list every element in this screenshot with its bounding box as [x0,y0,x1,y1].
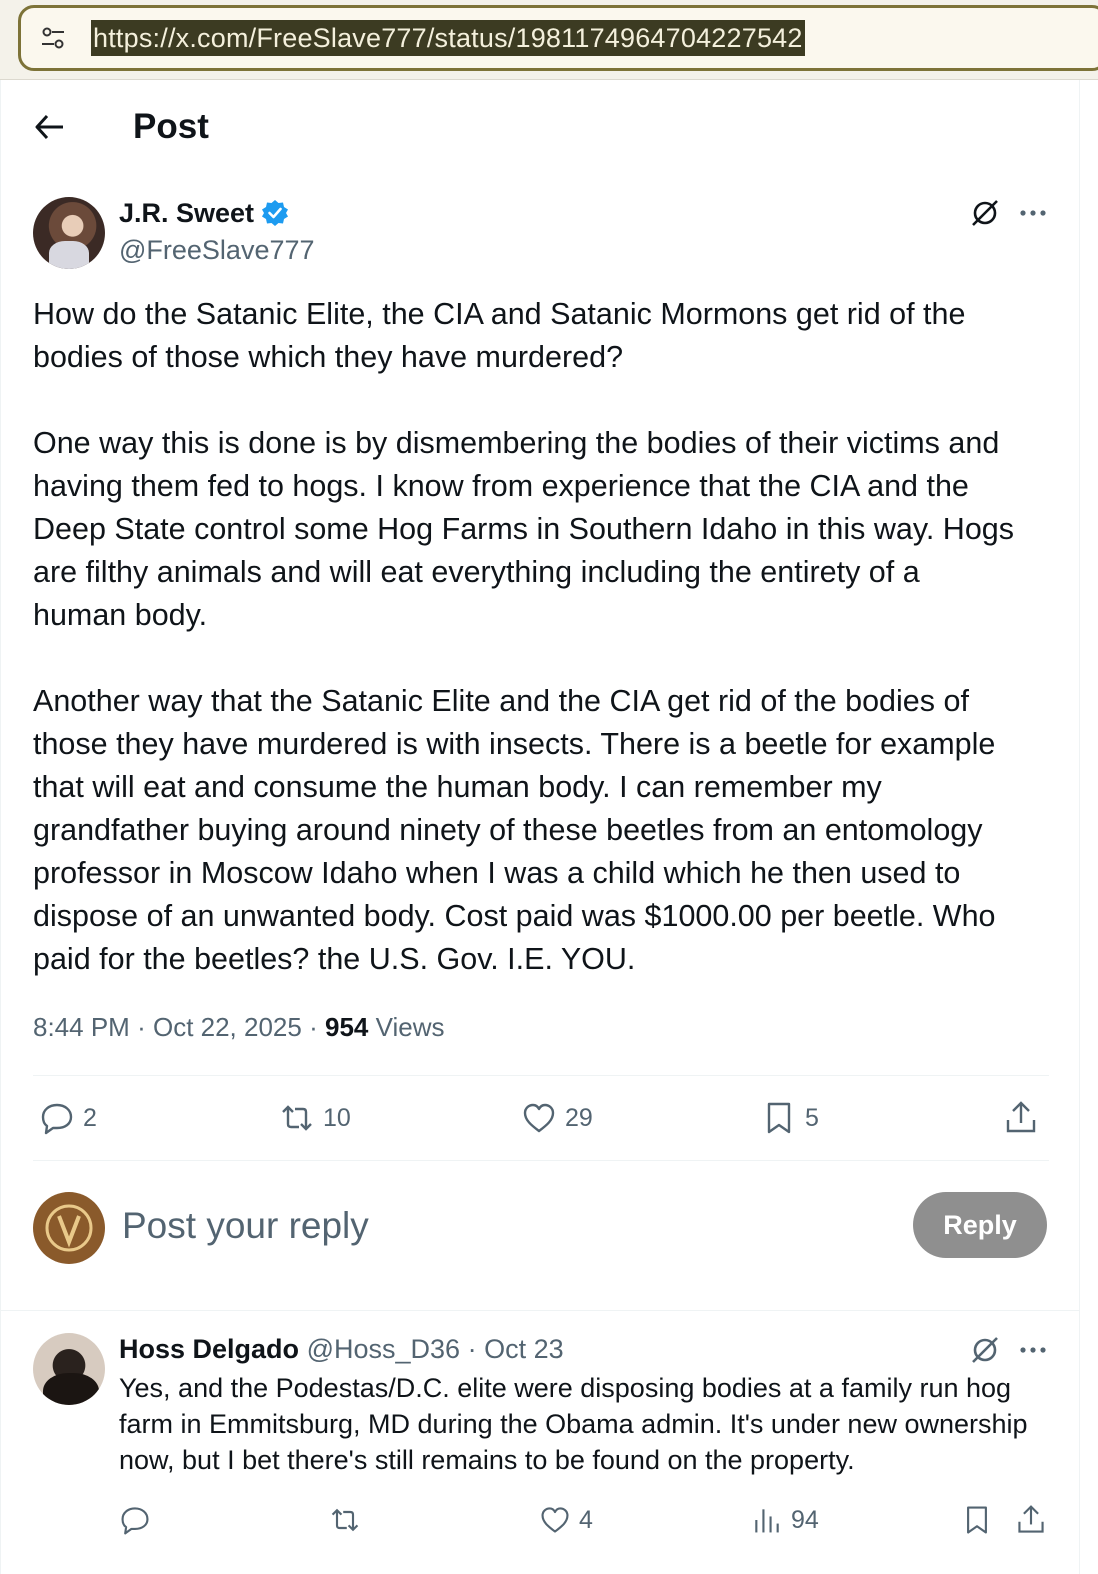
reply-icon [41,1103,73,1135]
post-page: Post J.R. Sweet @FreeSlave777 How do the… [0,80,1080,1574]
grok-icon[interactable] [969,197,1001,229]
grok-icon[interactable] [969,1334,1001,1366]
reply-bookmark-action[interactable] [961,1500,993,1540]
like-action[interactable]: 29 [521,1090,593,1146]
reply-header: Hoss Delgado @Hoss_D36 · Oct 23 [119,1332,564,1366]
repost-action[interactable]: 10 [279,1090,351,1146]
verified-badge-icon [262,200,289,226]
reply-reply-action[interactable] [119,1500,151,1540]
post-meta: 8:44 PM · Oct 22, 2025 · 954 Views [33,1010,445,1044]
like-count: 29 [565,1103,593,1132]
share-action[interactable] [1003,1090,1039,1146]
author-name-text[interactable]: J.R. Sweet [119,196,254,230]
section-divider [1,1310,1079,1311]
author-avatar[interactable] [33,197,105,269]
reply-action[interactable]: 2 [39,1090,97,1146]
page-header: Post [1,80,1079,175]
reply-button[interactable]: Reply [913,1192,1047,1258]
reply-like-count: 4 [579,1505,593,1534]
analytics-icon [755,1509,779,1533]
reply-author-name[interactable]: Hoss Delgado [119,1334,299,1364]
reply-author-handle[interactable]: @Hoss_D36 [307,1334,460,1364]
bookmark-action[interactable]: 5 [761,1090,819,1146]
share-icon [1018,1505,1044,1533]
arrow-left-icon[interactable] [33,110,67,144]
more-options-icon[interactable] [1017,197,1049,229]
views-label: Views [375,1012,445,1042]
bookmark-count: 5 [805,1103,819,1132]
reply-icon [121,1507,149,1535]
current-user-avatar[interactable] [33,1192,105,1264]
views-count: 954 [325,1012,369,1042]
bookmark-icon [967,1506,987,1534]
reply-views-action[interactable]: 94 [751,1500,819,1540]
address-bar[interactable]: https://x.com/FreeSlave777/status/198117… [18,5,1098,71]
author-name[interactable]: J.R. Sweet [119,196,290,230]
meta-separator: · [137,1012,146,1042]
reply-actions: 4 94 [119,1500,1049,1540]
post-actions: 2 10 29 5 [33,1090,1049,1146]
heart-icon [541,1507,569,1533]
meta-separator: · [309,1012,318,1042]
page-title: Post [133,107,209,146]
post-time[interactable]: 8:44 PM [33,1012,130,1042]
more-options-icon[interactable] [1017,1334,1049,1366]
author-handle[interactable]: @FreeSlave777 [119,233,315,267]
reply-views-count: 94 [791,1505,819,1534]
share-icon [1006,1101,1036,1133]
reply-input[interactable]: Post your reply [122,1203,369,1249]
repost-count: 10 [323,1103,351,1132]
reply-repost-action[interactable] [329,1500,361,1540]
reply-like-action[interactable]: 4 [539,1500,593,1540]
reply-count: 2 [83,1103,97,1132]
post-text: How do the Satanic Elite, the CIA and Sa… [33,297,1015,976]
reply-date[interactable]: Oct 23 [484,1334,564,1364]
divider [33,1075,1049,1076]
logo-emblem-icon [35,1194,103,1262]
reply-dot: · [467,1334,477,1364]
url-text[interactable]: https://x.com/FreeSlave777/status/198117… [91,20,805,56]
reply-share-action[interactable] [1015,1500,1047,1540]
heart-icon [523,1103,555,1133]
reply-author-avatar[interactable] [33,1333,105,1405]
repost-icon [331,1508,359,1532]
post-date[interactable]: Oct 22, 2025 [153,1012,302,1042]
browser-toolbar: https://x.com/FreeSlave777/status/198117… [0,0,1098,80]
tune-icon[interactable] [39,24,67,52]
repost-icon [282,1105,312,1131]
bookmark-icon [767,1102,791,1134]
reply-text: Yes, and the Podestas/D.C. elite were di… [119,1373,1028,1475]
divider [33,1160,1049,1161]
